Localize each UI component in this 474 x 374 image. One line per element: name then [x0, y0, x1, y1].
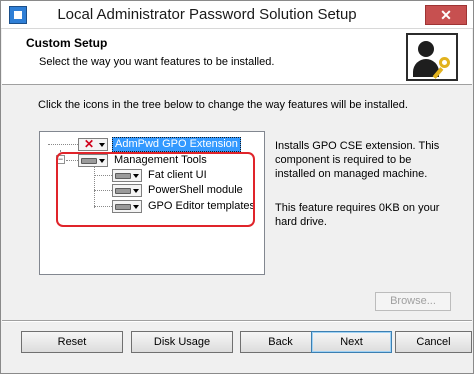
setup-window: Local Administrator Password Solution Se… [0, 0, 474, 374]
window-title: Local Administrator Password Solution Se… [57, 6, 357, 23]
tree-item-admpwd-gpo-extension[interactable]: ✕ AdmPwd GPO Extension [78, 136, 241, 152]
divider [2, 320, 472, 322]
close-button[interactable]: ✕ [425, 5, 467, 25]
page-title: Custom Setup [26, 36, 108, 50]
reset-button[interactable]: Reset [21, 331, 123, 353]
page-subtitle: Select the way you want features to be i… [39, 56, 275, 68]
back-button[interactable]: Back [240, 331, 321, 353]
feature-size-requirement: This feature requires 0KB on your hard d… [275, 202, 440, 228]
feature-description-panel: Installs GPO CSE extension. This compone… [269, 131, 454, 275]
not-installed-x-icon: ✕ [83, 136, 95, 151]
header-banner: Custom Setup Select the way you want fea… [2, 29, 472, 85]
annotation-highlight [56, 152, 255, 227]
chevron-down-icon [99, 142, 105, 147]
feature-description: Installs GPO CSE extension. This compone… [275, 140, 440, 180]
instruction-text: Click the icons in the tree below to cha… [38, 99, 408, 111]
next-button[interactable]: Next [311, 331, 392, 353]
cancel-button[interactable]: Cancel [395, 331, 472, 353]
browse-button[interactable]: Browse... [375, 292, 451, 311]
user-key-icon [406, 33, 458, 81]
tree-item-label: AdmPwd GPO Extension [112, 136, 241, 152]
feature-state-dropdown[interactable]: ✕ [78, 136, 108, 151]
title-bar[interactable]: Local Administrator Password Solution Se… [1, 1, 473, 29]
disk-usage-button[interactable]: Disk Usage [131, 331, 233, 353]
